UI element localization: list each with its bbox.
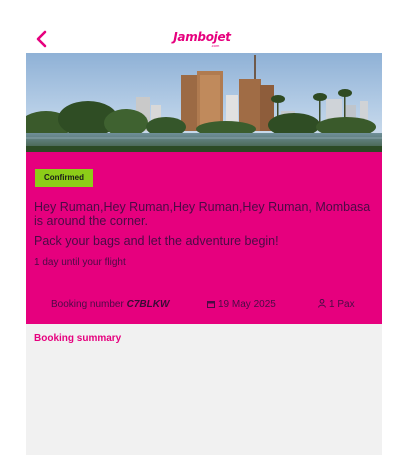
destination-image: [26, 53, 382, 152]
logo-subtext: .com: [210, 43, 220, 48]
passenger-count-value: 1 Pax: [329, 299, 355, 310]
brand-logo: Jambojet .com: [0, 30, 404, 48]
booking-summary-title: Booking summary: [34, 333, 122, 344]
flight-countdown: 1 day until your flight: [34, 257, 126, 268]
person-icon: [318, 299, 326, 308]
passenger-count: 1 Pax: [318, 299, 355, 310]
calendar-icon: [207, 301, 215, 308]
booking-info-row: Booking number C7BLKW 19 May 2025 1 Pax: [26, 297, 382, 313]
tagline-text: Pack your bags and let the adventure beg…: [34, 234, 279, 248]
logo-text: Jambojet: [173, 30, 231, 44]
status-badge: Confirmed: [35, 169, 93, 187]
greeting-text: Hey Ruman,Hey Ruman,Hey Ruman,Hey Ruman,…: [34, 200, 371, 228]
app-header: Jambojet .com: [0, 0, 404, 54]
booking-summary-section: Booking summary: [26, 324, 382, 455]
booking-number-label: Booking number: [51, 299, 124, 310]
flight-date: 19 May 2025: [207, 299, 276, 310]
booking-number: Booking number C7BLKW: [51, 299, 169, 310]
booking-card: Confirmed Hey Ruman,Hey Ruman,Hey Ruman,…: [26, 53, 382, 324]
booking-number-value: C7BLKW: [126, 299, 170, 310]
flight-date-value: 19 May 2025: [218, 299, 276, 310]
